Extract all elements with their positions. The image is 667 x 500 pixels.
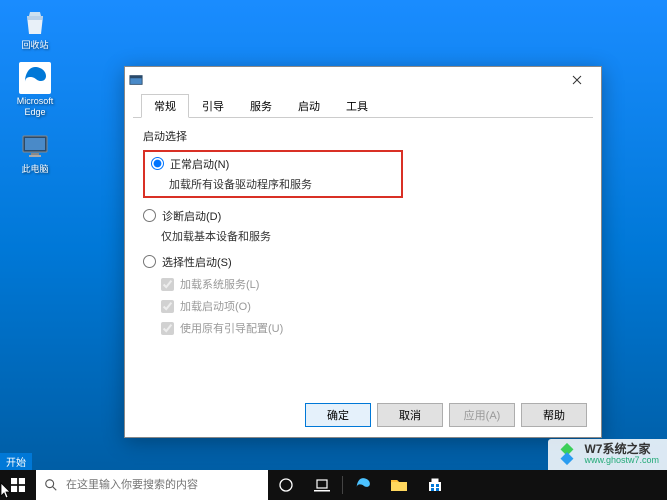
checkbox-load-startup (161, 300, 174, 313)
tab-boot[interactable]: 引导 (189, 94, 237, 118)
taskbar-app-edge[interactable] (345, 470, 381, 500)
watermark-url: www.ghostw7.com (584, 456, 659, 466)
search-box[interactable] (36, 470, 268, 500)
edge-icon (19, 62, 51, 94)
highlight-annotation: 正常启动(N) 加载所有设备驱动程序和服务 (143, 150, 403, 198)
taskbar-app-store[interactable] (417, 470, 453, 500)
checkbox-label: 加载系统服务(L) (180, 276, 259, 292)
window-button-bar: 确定 取消 应用(A) 帮助 (305, 403, 587, 427)
radio-normal-startup[interactable] (151, 157, 164, 170)
icon-label: 此电脑 (10, 164, 60, 175)
window-titlebar[interactable] (125, 67, 601, 93)
cancel-button[interactable]: 取消 (377, 403, 443, 427)
mouse-cursor-icon (0, 482, 12, 500)
radio-sub-diagnostic: 仅加载基本设备和服务 (161, 228, 583, 244)
help-button[interactable]: 帮助 (521, 403, 587, 427)
start-tooltip: 开始 (0, 453, 32, 470)
desktop-icon-edge[interactable]: Microsoft Edge (10, 62, 60, 118)
close-icon (572, 75, 582, 85)
msconfig-window: 常规 引导 服务 启动 工具 启动选择 正常启动(N) 加载所有设备驱动程序和服… (124, 66, 602, 438)
search-icon (36, 478, 66, 492)
checkbox-load-services (161, 278, 174, 291)
radio-sub-normal: 加载所有设备驱动程序和服务 (169, 176, 395, 192)
tab-general[interactable]: 常规 (141, 94, 189, 118)
recycle-bin-icon (19, 6, 51, 38)
checkbox-label: 加载启动项(O) (180, 298, 251, 314)
radio-label: 诊断启动(D) (162, 208, 221, 224)
search-input[interactable] (66, 470, 268, 500)
cortana-icon[interactable] (268, 470, 304, 500)
section-title: 启动选择 (143, 128, 583, 144)
ok-button[interactable]: 确定 (305, 403, 371, 427)
watermark: W7系统之家 www.ghostw7.com (548, 439, 667, 470)
checkbox-original-boot (161, 322, 174, 335)
tab-tools[interactable]: 工具 (333, 94, 381, 118)
radio-label: 选择性启动(S) (162, 254, 232, 270)
icon-label: 回收站 (10, 40, 60, 51)
taskbar (0, 470, 667, 500)
desktop-icon-this-pc[interactable]: 此电脑 (10, 130, 60, 175)
taskbar-app-explorer[interactable] (381, 470, 417, 500)
window-content: 启动选择 正常启动(N) 加载所有设备驱动程序和服务 诊断启动(D) 仅加载基本… (125, 118, 601, 356)
windows-logo-icon (11, 478, 25, 492)
tab-services[interactable]: 服务 (237, 94, 285, 118)
desktop-icon-recycle-bin[interactable]: 回收站 (10, 6, 60, 51)
taskbar-divider (342, 476, 343, 494)
checkbox-label: 使用原有引导配置(U) (180, 320, 283, 336)
tabs-bar: 常规 引导 服务 启动 工具 (133, 93, 593, 118)
tab-startup[interactable]: 启动 (285, 94, 333, 118)
window-app-icon (129, 73, 143, 87)
icon-label: Microsoft Edge (10, 96, 60, 118)
watermark-logo-icon (556, 443, 578, 465)
radio-selective-startup[interactable] (143, 255, 156, 268)
close-button[interactable] (557, 67, 597, 93)
task-view-icon[interactable] (304, 470, 340, 500)
radio-diagnostic-startup[interactable] (143, 209, 156, 222)
apply-button: 应用(A) (449, 403, 515, 427)
this-pc-icon (19, 130, 51, 162)
radio-label: 正常启动(N) (170, 156, 229, 172)
